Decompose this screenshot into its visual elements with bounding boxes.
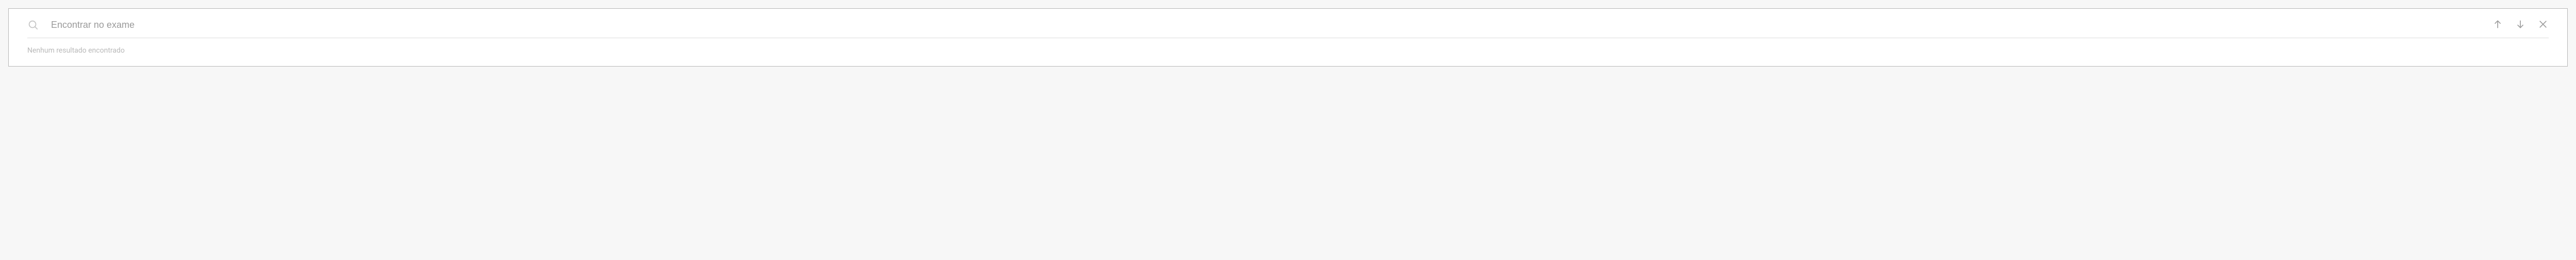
close-icon — [2538, 19, 2548, 31]
find-in-exam-panel: Nenhum resultado encontrado — [8, 8, 2568, 67]
arrow-down-icon — [2515, 19, 2526, 31]
status-message: Nenhum resultado encontrado — [27, 46, 125, 55]
search-row — [27, 19, 2549, 38]
prev-result-button[interactable] — [2492, 19, 2503, 30]
close-button[interactable] — [2537, 19, 2549, 30]
search-icon — [27, 19, 39, 30]
search-input[interactable] — [51, 20, 2480, 30]
search-controls — [2492, 19, 2549, 30]
arrow-up-icon — [2493, 19, 2503, 31]
search-status: Nenhum resultado encontrado — [27, 38, 2549, 55]
next-result-button[interactable] — [2515, 19, 2526, 30]
